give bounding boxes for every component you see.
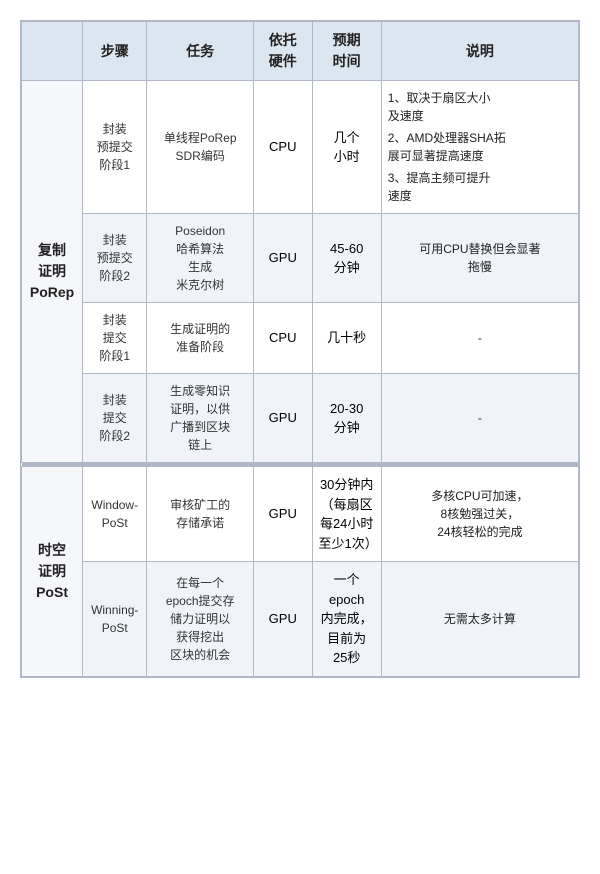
time-cell: 30分钟内 （每扇区 每24小时 至少1次） (312, 467, 381, 562)
desc-cell: 1、取决于扇区大小 及速度 2、AMD处理器SHA拓 展可显著提高速度 3、提高主频… (381, 81, 578, 214)
time-cell: 20-30 分钟 (312, 374, 381, 463)
desc-cell: 多核CPU可加速， 8核勉强过关， 24核轻松的完成 (381, 467, 578, 562)
header-group (22, 22, 83, 81)
header-step: 步骤 (83, 22, 147, 81)
task-cell: 单线程PoRep SDR编码 (147, 81, 254, 214)
hw-cell: GPU (253, 562, 312, 677)
desc-cell: 无需太多计算 (381, 562, 578, 677)
task-cell: 生成零知识 证明，以供 广播到区块 链上 (147, 374, 254, 463)
header-time: 预期 时间 (312, 22, 381, 81)
desc-item: 2、AMD处理器SHA拓 展可显著提高速度 (388, 129, 572, 165)
header-row: 步骤 任务 依托 硬件 预期 时间 说明 (22, 22, 579, 81)
task-cell: 生成证明的 准备阶段 (147, 303, 254, 374)
step-cell: 封装 提交 阶段1 (83, 303, 147, 374)
table-row: 复制 证明 PoRep封装 预提交 阶段1单线程PoRep SDR编码CPU几个… (22, 81, 579, 214)
desc-item: 3、提高主频可提升 速度 (388, 169, 572, 205)
group-cell: 复制 证明 PoRep (22, 81, 83, 463)
time-cell: 几十秒 (312, 303, 381, 374)
task-cell: 在每一个 epoch提交存 储力证明以 获得挖出 区块的机会 (147, 562, 254, 677)
step-cell: Window- PoSt (83, 467, 147, 562)
step-cell: 封装 预提交 阶段2 (83, 214, 147, 303)
table-row: 封装 提交 阶段2生成零知识 证明，以供 广播到区块 链上GPU20-30 分钟… (22, 374, 579, 463)
time-cell: 45-60 分钟 (312, 214, 381, 303)
desc-cell: - (381, 374, 578, 463)
header-task: 任务 (147, 22, 254, 81)
step-cell: Winning- PoSt (83, 562, 147, 677)
table-row: 封装 提交 阶段1生成证明的 准备阶段CPU几十秒- (22, 303, 579, 374)
desc-cell: - (381, 303, 578, 374)
hw-cell: CPU (253, 81, 312, 214)
hw-cell: GPU (253, 467, 312, 562)
hw-cell: GPU (253, 214, 312, 303)
header-desc: 说明 (381, 22, 578, 81)
time-cell: 几个 小时 (312, 81, 381, 214)
time-cell: 一个epoch 内完成， 目前为 25秒 (312, 562, 381, 677)
task-cell: 审核矿工的 存储承诺 (147, 467, 254, 562)
desc-item: 1、取决于扇区大小 及速度 (388, 89, 572, 125)
group-cell: 时空 证明 PoSt (22, 467, 83, 677)
desc-cell: 可用CPU替换但会显著 拖慢 (381, 214, 578, 303)
task-cell: Poseidon 哈希算法 生成 米克尔树 (147, 214, 254, 303)
table-row: Winning- PoSt在每一个 epoch提交存 储力证明以 获得挖出 区块… (22, 562, 579, 677)
hw-cell: GPU (253, 374, 312, 463)
table-row: 时空 证明 PoStWindow- PoSt审核矿工的 存储承诺GPU30分钟内… (22, 467, 579, 562)
hw-cell: CPU (253, 303, 312, 374)
main-table: 步骤 任务 依托 硬件 预期 时间 说明 复制 证明 PoRep封装 预提交 阶… (20, 20, 580, 678)
table-row: 封装 预提交 阶段2Poseidon 哈希算法 生成 米克尔树GPU45-60 … (22, 214, 579, 303)
step-cell: 封装 预提交 阶段1 (83, 81, 147, 214)
step-cell: 封装 提交 阶段2 (83, 374, 147, 463)
header-hw: 依托 硬件 (253, 22, 312, 81)
